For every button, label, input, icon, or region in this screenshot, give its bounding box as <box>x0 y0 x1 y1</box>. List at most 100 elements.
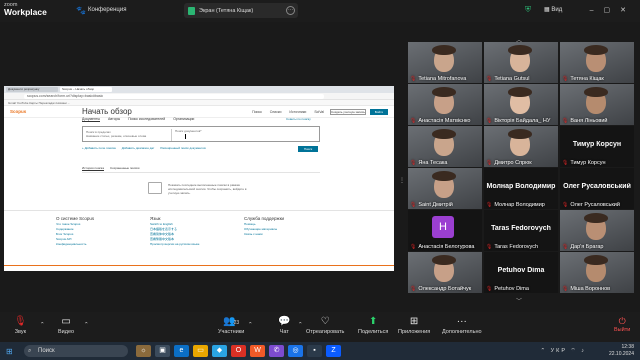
audio-options-chevron-icon[interactable]: ⌃ <box>40 322 45 328</box>
participant-tile[interactable]: 🎙 Анастасія Матвієнко <box>408 84 482 125</box>
nav-sources[interactable]: Источники <box>289 110 306 114</box>
participant-tile[interactable]: 🎙 Ваня Ліньовий <box>560 84 634 125</box>
screen-share-pill[interactable]: Экран (Тетяна Кіщак) ··· <box>184 3 298 18</box>
browser-tab-active[interactable]: Scopus – Начать обзор <box>60 87 112 92</box>
taskbar-search[interactable]: ⌕ Поиск <box>24 345 128 357</box>
nav-search[interactable]: Поиск <box>252 110 262 114</box>
search-icon: ⌕ <box>28 348 32 354</box>
participant-tile[interactable]: 🎙 Міша Вороннов <box>560 252 634 293</box>
search-input[interactable]: Поиск документов* <box>175 129 202 133</box>
video-options-chevron-icon[interactable]: ⌃ <box>84 322 89 328</box>
participant-name-label: Saint Дмитрій <box>418 202 453 208</box>
footer-link[interactable]: Конфиденциальность <box>56 242 94 247</box>
footer-heading: О системе Scopus <box>56 216 95 221</box>
office-icon[interactable]: W <box>250 345 265 357</box>
clock-time: 12:38 <box>621 344 634 350</box>
video-button[interactable]: ▭ Видео <box>58 316 74 335</box>
tray-icons[interactable]: ⌃ УКР ⌔ ♪ <box>541 347 587 354</box>
participant-name: 🎙 Ваня Ліньовий <box>562 118 608 124</box>
leave-button[interactable]: ⏻ Выйти <box>614 316 630 333</box>
participants-options-chevron-icon[interactable]: ⌃ <box>248 322 253 328</box>
chrome-icon[interactable]: ◎ <box>288 345 303 357</box>
windows-start-icon[interactable]: ⊞ <box>6 347 13 356</box>
participant-tile[interactable]: Тимур Корсун 🎙 Тимур Корсун <box>560 126 634 167</box>
footer-language: Язык Switch to English 日本語版を表示する 查看简体中文版… <box>150 216 199 247</box>
browser-tab[interactable]: Документи розрахунку <box>6 87 58 92</box>
advanced-search-link[interactable]: Расширенный поиск документов <box>160 146 205 150</box>
tab-researchers[interactable]: Поиск исследователей <box>128 117 165 122</box>
footer-link[interactable]: Связь с нами <box>244 232 284 237</box>
participant-name-label: Тимур Корсун <box>570 160 606 166</box>
task-view-icon[interactable]: ▣ <box>155 345 170 357</box>
scopus-logo[interactable]: Scopus <box>10 109 26 114</box>
participant-gallery: 🎙 Tetiana Mitrofanova 🎙 Tetiana Gutsul 🎙 Тетя… <box>408 42 640 293</box>
audio-button[interactable]: 🎙 Звук <box>14 316 27 335</box>
participant-display-name: Олег Русаловський <box>563 183 631 190</box>
tab-search-history[interactable]: История поиска <box>82 166 104 171</box>
add-date-range-link[interactable]: Добавить диапазон дат <box>122 146 155 150</box>
conference-label[interactable]: Конференция <box>88 7 126 13</box>
apps-button[interactable]: ⊞ Приложения <box>398 316 430 335</box>
participants-count: 23 <box>233 320 240 326</box>
browser-tabs: Документи розрахунку Scopus – Начать обз… <box>4 86 394 93</box>
more-button[interactable]: ··· Дополнительно <box>442 316 482 335</box>
url-field[interactable]: scopus.com/search/form.uri?display=basic… <box>24 93 324 99</box>
participants-button[interactable]: 👥23 Участники <box>218 316 244 335</box>
store-icon[interactable]: ◆ <box>212 345 227 357</box>
search-tips-link[interactable]: Советы по поиску <box>286 117 311 121</box>
participant-tile[interactable]: 🎙 Вікторія Байдала_ НУ <box>484 84 558 125</box>
create-account-button[interactable]: Создать учетную запись <box>330 109 366 115</box>
gallery-page-down-icon[interactable]: ﹀ <box>516 296 522 305</box>
tab-authors[interactable]: Авторы <box>108 117 120 122</box>
history-empty-text: Показать последние выполненные поиски в … <box>168 183 247 195</box>
edge-icon[interactable]: e <box>174 345 189 357</box>
search-button[interactable]: Поиск <box>298 146 318 152</box>
search-options: + Добавить поле поиска Добавить диапазон… <box>82 146 206 150</box>
more-options-icon[interactable]: ··· <box>286 6 295 15</box>
file-explorer-icon[interactable]: ▭ <box>193 345 208 357</box>
nav-scival[interactable]: SciVal <box>314 110 324 114</box>
add-field-link[interactable]: + Добавить поле поиска <box>82 146 116 150</box>
participant-tile[interactable]: Taras Fedorovych 🎙 Taras Fedorovych <box>484 210 558 251</box>
tab-organizations[interactable]: Организации <box>173 117 194 122</box>
participant-display-name: Petuhov Dima <box>497 267 545 274</box>
share-button[interactable]: ⬆ Поделиться <box>358 316 388 335</box>
participant-tile[interactable]: 🎙 Tetiana Gutsul <box>484 42 558 83</box>
viber-icon[interactable]: ✆ <box>269 345 284 357</box>
participant-tile[interactable]: Petuhov Dima 🎙 Petuhov Dima <box>484 252 558 293</box>
window-controls[interactable]: –▢✕ <box>590 6 636 14</box>
weather-app-icon[interactable]: ☼ <box>136 345 151 357</box>
participant-tile[interactable]: Молнар Володимир 🎙 Молнар Володимир <box>484 168 558 209</box>
participant-tile[interactable]: 🎙 Дмитро Спрюк <box>484 126 558 167</box>
participant-tile[interactable]: 🎙 Олександр Ботайчук <box>408 252 482 293</box>
chat-options-chevron-icon[interactable]: ⌃ <box>298 322 303 328</box>
participant-name: 🎙 Олег Русаловський <box>562 202 620 208</box>
opera-icon[interactable]: O <box>231 345 246 357</box>
gallery-resize-handle[interactable]: ⋮ <box>399 177 405 184</box>
footer-link[interactable]: Просмотр версии на русском языке <box>150 242 199 247</box>
login-button[interactable]: Войти <box>370 109 388 115</box>
zoom-taskbar-icon[interactable]: Z <box>326 345 341 357</box>
tab-saved-searches[interactable]: Сохраненные поиски <box>110 166 139 171</box>
participant-tile[interactable]: 🎙 Яна Тесака <box>408 126 482 167</box>
view-menu[interactable]: ▦ Вид <box>544 6 562 13</box>
clock[interactable]: 12:38 22.10.2024 <box>609 344 634 358</box>
search-field-select[interactable]: Поиск в пределах Название статьи, резюме… <box>86 130 166 138</box>
tab-documents[interactable]: Документы <box>82 117 101 122</box>
paw-icon[interactable]: 🐾 <box>76 6 86 15</box>
chat-button[interactable]: 💬 Чат <box>278 316 290 335</box>
app-icon[interactable]: ▪ <box>307 345 322 357</box>
nav-lists[interactable]: Списки <box>270 110 282 114</box>
participant-tile[interactable]: 🎙 Saint Дмитрій <box>408 168 482 209</box>
participant-tile[interactable]: 🎙 Дар'я Брагар <box>560 210 634 251</box>
react-button[interactable]: ♡ Отреагировать <box>306 316 344 335</box>
text-cursor <box>185 134 186 139</box>
video-label: Видео <box>58 329 75 335</box>
participant-tile[interactable]: H 🎙 Анастасія Белогурова <box>408 210 482 251</box>
participant-tile[interactable]: 🎙 Tetiana Mitrofanova <box>408 42 482 83</box>
scopus-footer: О системе Scopus Что такое Scopus Содерж… <box>4 210 394 271</box>
participant-tile[interactable]: Олег Русаловський 🎙 Олег Русаловський <box>560 168 634 209</box>
participant-tile[interactable]: 🎙 Тетяна Кіщак <box>560 42 634 83</box>
shield-icon[interactable]: ⛨ <box>525 5 531 15</box>
participant-name-label: Міша Вороннов <box>570 286 611 292</box>
